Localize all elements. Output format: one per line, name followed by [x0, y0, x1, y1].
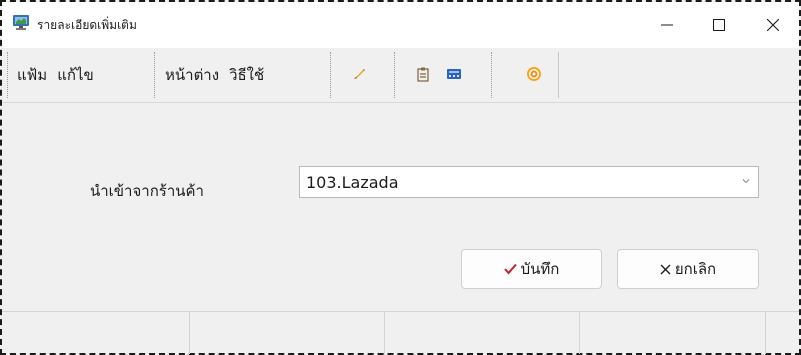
close-icon — [660, 264, 671, 274]
toolbar-separator — [394, 52, 395, 98]
title-bar[interactable]: รายละเอียดเพิ่มเติม — [2, 2, 799, 48]
toolbar-separator — [491, 52, 492, 98]
pencil-icon[interactable] — [351, 66, 367, 82]
window-title: รายละเอียดเพิ่มเติม — [37, 18, 137, 32]
minimize-button[interactable] — [641, 2, 693, 48]
clipboard-icon[interactable] — [415, 66, 431, 82]
menu-help[interactable]: วิธีใช้ — [224, 65, 269, 85]
monitor-app-icon — [13, 15, 29, 30]
menu-separator — [154, 52, 155, 98]
grip-separator — [7, 52, 8, 98]
status-cell — [385, 312, 580, 354]
cancel-button[interactable]: ยกเลิก — [617, 249, 759, 289]
close-icon — [767, 19, 779, 31]
menu-file[interactable]: แฟ้ม — [12, 65, 52, 85]
cancel-button-label: ยกเลิก — [674, 260, 717, 278]
close-button[interactable] — [747, 2, 799, 48]
import-store-label: นำเข้าจากร้านค้า — [90, 182, 204, 200]
toolbar-end-separator — [558, 52, 559, 98]
status-cell — [580, 312, 766, 354]
status-cell — [2, 312, 190, 354]
dialog-window: รายละเอียดเพิ่มเติม แฟ้ม แก้ไข หน้าต่าง … — [0, 0, 801, 355]
maximize-button[interactable] — [693, 2, 745, 48]
chevron-down-icon — [742, 179, 750, 184]
store-select[interactable]: 103.Lazada — [299, 166, 759, 198]
save-button-label: บันทึก — [520, 260, 560, 278]
menu-group-window-help: หน้าต่าง วิธีใช้ — [160, 52, 269, 97]
menu-group-file-edit: แฟ้ม แก้ไข — [12, 52, 99, 97]
menu-window[interactable]: หน้าต่าง — [160, 65, 224, 85]
calculator-icon[interactable] — [446, 66, 462, 82]
minimize-icon — [661, 24, 673, 26]
checkmark-icon — [503, 263, 517, 275]
target-icon[interactable] — [526, 66, 542, 82]
status-cell — [190, 312, 385, 354]
menu-edit[interactable]: แก้ไข — [52, 65, 99, 85]
save-button[interactable]: บันทึก — [461, 249, 602, 289]
maximize-icon — [713, 19, 725, 31]
status-bar — [2, 311, 799, 354]
form-area: นำเข้าจากร้านค้า 103.Lazada บันทึก ยกเลิ… — [2, 103, 799, 311]
menu-toolbar: แฟ้ม แก้ไข หน้าต่าง วิธีใช้ — [2, 48, 799, 103]
toolbar-separator — [330, 52, 331, 98]
store-select-value: 103.Lazada — [306, 173, 399, 192]
